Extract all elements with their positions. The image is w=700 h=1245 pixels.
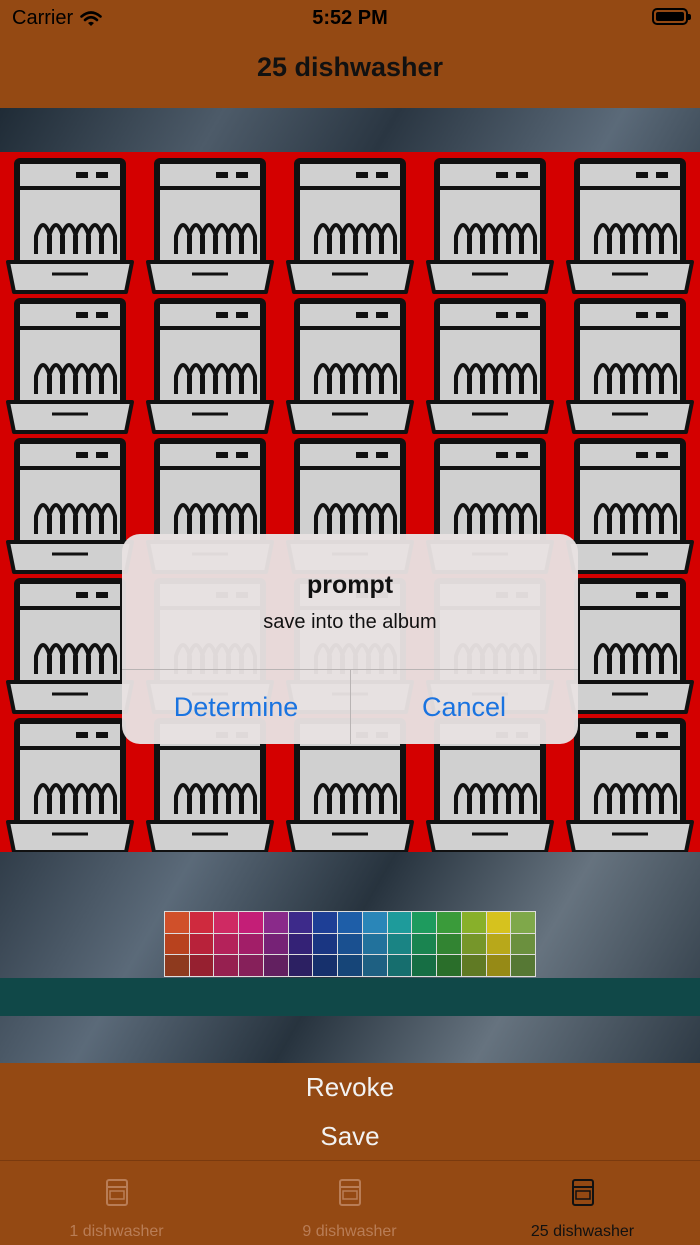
color-swatch[interactable] xyxy=(313,955,338,976)
color-swatch[interactable] xyxy=(461,912,486,933)
tab-label: 25 dishwasher xyxy=(530,1223,635,1240)
cancel-button[interactable]: Cancel xyxy=(350,670,578,744)
dishwasher-icon xyxy=(146,298,274,434)
dishwasher-icon xyxy=(566,578,694,714)
color-swatch[interactable] xyxy=(338,933,362,955)
color-swatch[interactable] xyxy=(362,912,387,933)
dishwasher-icon xyxy=(572,1179,594,1206)
color-swatch[interactable] xyxy=(288,933,313,955)
color-swatch[interactable] xyxy=(165,912,189,933)
dishwasher-icon xyxy=(6,718,134,852)
alert-dialog: prompt save into the album Determine Can… xyxy=(122,534,578,744)
determine-button[interactable]: Determine xyxy=(122,670,350,744)
color-swatch[interactable] xyxy=(437,912,461,933)
color-swatch[interactable] xyxy=(387,933,412,955)
status-time: 5:52 PM xyxy=(312,7,388,29)
color-palette xyxy=(164,911,536,977)
tab-25-dishwasher[interactable]: 25 dishwasher xyxy=(466,1161,699,1245)
color-swatch[interactable] xyxy=(165,933,189,955)
tab-bar: 1 dishwasher 9 dishwasher 25 dishwasher xyxy=(0,1160,700,1245)
color-swatch[interactable] xyxy=(486,933,511,955)
dialog-message: save into the album xyxy=(263,611,437,633)
tab-label: 9 dishwasher xyxy=(302,1223,397,1240)
tab-9-dishwasher[interactable]: 9 dishwasher xyxy=(233,1161,466,1245)
dishwasher-icon xyxy=(146,158,274,294)
dishwasher-icon xyxy=(339,1179,361,1206)
dishwasher-icon xyxy=(426,158,554,294)
color-swatch[interactable] xyxy=(511,933,535,955)
dishwasher-icon xyxy=(566,438,694,574)
dishwasher-icon xyxy=(286,158,414,294)
dishwasher-icon xyxy=(6,578,134,714)
color-swatch[interactable] xyxy=(189,912,214,933)
color-swatch[interactable] xyxy=(437,955,461,976)
color-swatch[interactable] xyxy=(189,955,214,976)
color-swatch[interactable] xyxy=(239,955,263,976)
color-swatch[interactable] xyxy=(189,933,214,955)
color-swatch[interactable] xyxy=(362,933,387,955)
dishwasher-icon xyxy=(286,298,414,434)
color-swatch[interactable] xyxy=(362,955,387,976)
tab-label: 1 dishwasher xyxy=(69,1223,164,1240)
color-swatch[interactable] xyxy=(165,955,189,976)
color-swatch[interactable] xyxy=(412,955,437,976)
color-swatch[interactable] xyxy=(263,912,288,933)
dishwasher-icon xyxy=(106,1179,128,1206)
revoke-button[interactable]: Revoke xyxy=(0,1072,700,1103)
dishwasher-icon xyxy=(566,298,694,434)
color-swatch[interactable] xyxy=(214,912,239,933)
status-bar: Carrier 5:52 PM xyxy=(0,0,700,36)
dishwasher-icon xyxy=(6,438,134,574)
tab-1-dishwasher[interactable]: 1 dishwasher xyxy=(0,1161,233,1245)
color-swatch[interactable] xyxy=(437,933,461,955)
color-swatch[interactable] xyxy=(387,912,412,933)
dishwasher-icon xyxy=(6,158,134,294)
color-swatch[interactable] xyxy=(214,933,239,955)
color-swatch[interactable] xyxy=(288,912,313,933)
color-swatch[interactable] xyxy=(263,933,288,955)
color-swatch[interactable] xyxy=(461,955,486,976)
dishwasher-icon xyxy=(566,718,694,852)
color-swatch[interactable] xyxy=(486,955,511,976)
color-swatch[interactable] xyxy=(511,912,535,933)
save-button[interactable]: Save xyxy=(0,1121,700,1152)
color-swatch[interactable] xyxy=(461,933,486,955)
color-swatch[interactable] xyxy=(313,933,338,955)
color-swatch[interactable] xyxy=(214,955,239,976)
color-swatch[interactable] xyxy=(412,933,437,955)
dishwasher-icon xyxy=(566,158,694,294)
color-swatch[interactable] xyxy=(511,955,535,976)
color-swatch[interactable] xyxy=(239,933,263,955)
color-swatch[interactable] xyxy=(338,955,362,976)
color-swatch[interactable] xyxy=(239,912,263,933)
color-swatch[interactable] xyxy=(338,912,362,933)
dishwasher-icon xyxy=(6,298,134,434)
color-swatch[interactable] xyxy=(486,912,511,933)
teal-bar xyxy=(0,978,700,1016)
color-swatch[interactable] xyxy=(288,955,313,976)
color-swatch[interactable] xyxy=(313,912,338,933)
battery-icon xyxy=(652,8,691,25)
color-swatch[interactable] xyxy=(387,955,412,976)
dishwasher-grid xyxy=(0,152,700,852)
dialog-title: prompt xyxy=(306,571,394,599)
color-swatch[interactable] xyxy=(412,912,437,933)
page-title: 25 dishwasher xyxy=(256,52,444,82)
dishwasher-icon xyxy=(426,298,554,434)
navigation-bar: Carrier 5:52 PM 25 dishwasher xyxy=(0,0,700,108)
color-swatch[interactable] xyxy=(263,955,288,976)
